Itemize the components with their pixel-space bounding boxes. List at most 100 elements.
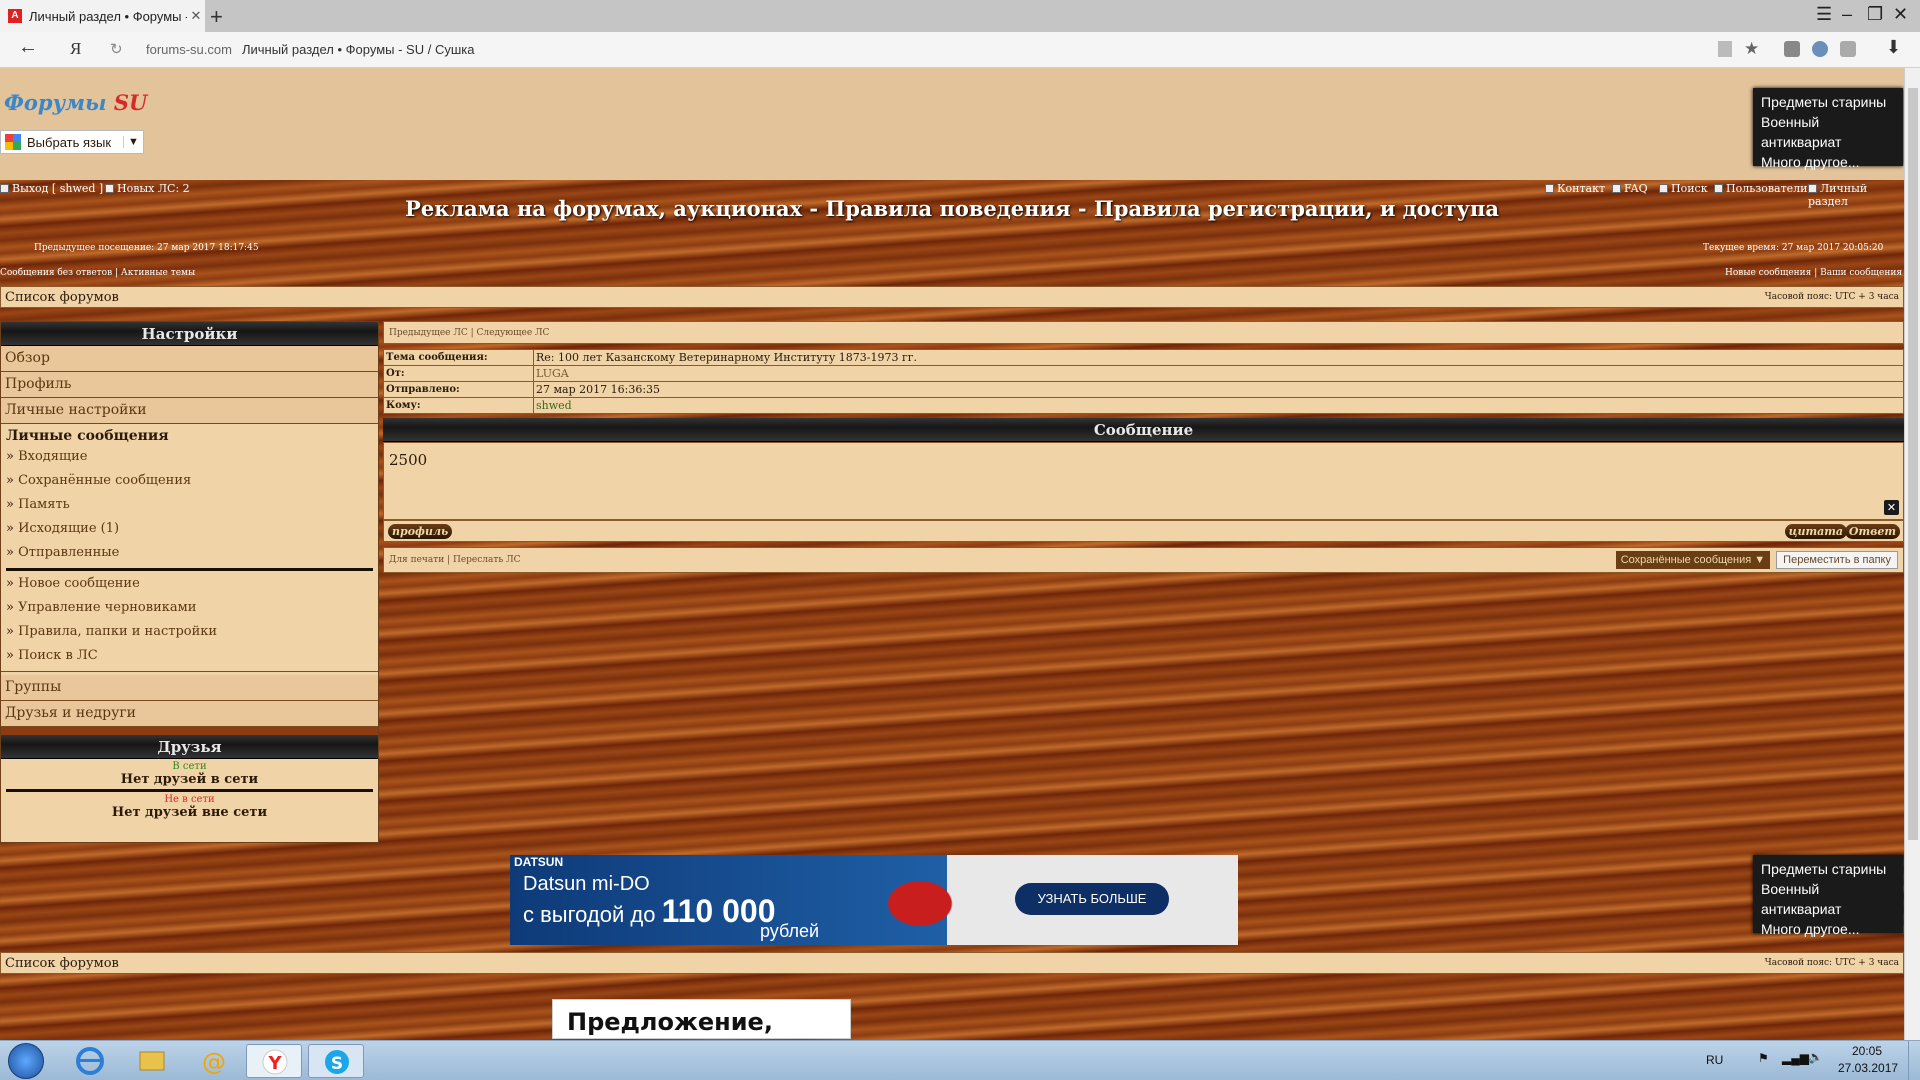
reload-icon[interactable]: ↻ — [110, 40, 123, 58]
browser-tab[interactable]: A Личный раздел • Форумы - SU / Сушка ✕ — [0, 0, 205, 32]
nav-saved[interactable]: » Сохранённые сообщения — [1, 470, 378, 494]
star-icon[interactable]: ★ — [1744, 39, 1759, 59]
faq-link[interactable]: FAQ — [1612, 182, 1648, 195]
logout-label: Выход [ shwed ] — [12, 182, 104, 195]
volume-icon[interactable]: 🔈 — [1808, 1050, 1823, 1064]
extension-icon[interactable] — [1812, 41, 1828, 57]
folder-select[interactable]: Сохранённые сообщения ▼ — [1615, 551, 1771, 569]
friends-heading: Друзья — [1, 735, 378, 759]
nav-inbox[interactable]: » Входящие — [1, 446, 378, 470]
new-posts-link[interactable]: Новые сообщения — [1725, 268, 1811, 278]
friends-list: В сети Нет друзей в сети Не в сети Нет д… — [1, 759, 378, 824]
nav-new-message[interactable]: » Новое сообщение — [1, 573, 378, 597]
nav-friends-foes[interactable]: Друзья и недруги — [1, 701, 378, 727]
contact-link[interactable]: Контакт — [1545, 182, 1605, 195]
side-ad-line: Предметы старины — [1761, 861, 1887, 877]
report-icon[interactable]: ✕ — [1884, 500, 1899, 515]
subject-value: Re: 100 лет Казанскому Ветеринарному Инс… — [533, 349, 1904, 366]
nav-groups[interactable]: Группы — [1, 675, 378, 701]
nav-memory[interactable]: » Память — [1, 494, 378, 518]
extension-icon[interactable] — [1784, 41, 1800, 57]
nav-personal-settings[interactable]: Личные настройки — [1, 398, 378, 424]
banner-cta-button[interactable]: УЗНАТЬ БОЛЬШЕ — [1015, 883, 1169, 915]
page-title[interactable]: Реклама на форумах, аукционах - Правила … — [0, 196, 1904, 221]
side-ad-line: Много другое... — [1761, 921, 1860, 937]
explorer-icon[interactable] — [124, 1044, 180, 1078]
skype-icon[interactable]: S — [308, 1044, 364, 1078]
divider — [6, 789, 373, 792]
tab-bar: A Личный раздел • Форумы - SU / Сушка ✕ … — [0, 0, 1920, 32]
sent-label: Отправлено: — [383, 381, 534, 398]
flag-icon[interactable]: ⚑ — [1758, 1051, 1769, 1065]
your-posts-link[interactable]: Ваши сообщения — [1820, 268, 1902, 278]
banner-currency: рублей — [760, 921, 820, 941]
offline-label: Не в сети — [164, 794, 215, 805]
users-link[interactable]: Пользователи — [1714, 182, 1807, 195]
scrollbar-thumb[interactable] — [1908, 88, 1918, 840]
message-heading: Сообщение — [383, 418, 1904, 442]
search-link[interactable]: Поиск — [1659, 182, 1708, 195]
nav-profile[interactable]: Профиль — [1, 372, 378, 398]
print-link[interactable]: Для печати — [389, 555, 444, 565]
from-value[interactable]: LUGA — [533, 365, 1904, 382]
close-window-icon[interactable]: ✕ — [1893, 4, 1908, 25]
url-domain: forums-su.com — [146, 42, 232, 57]
datsun-banner[interactable]: DATSUN Datsun mi-DO с выгодой до 110 000… — [510, 855, 1238, 945]
new-pm-link[interactable]: Новых ЛС: 2 — [105, 182, 190, 195]
to-value[interactable]: shwed — [533, 397, 1904, 414]
clock-date[interactable]: 27.03.2017 — [1838, 1061, 1898, 1075]
address-bar: ← Я ↻ forums-su.com Личный раздел • Форум… — [0, 32, 1920, 68]
side-ad[interactable]: Предметы старины Военный антиквариат Мно… — [1753, 855, 1903, 937]
bookmark-icon[interactable] — [1718, 41, 1732, 57]
download-icon[interactable]: ⬇ — [1886, 37, 1901, 58]
prev-pm-link[interactable]: Предыдущее ЛС — [389, 328, 468, 338]
forward-link[interactable]: Переслать ЛС — [453, 555, 521, 565]
nav-overview[interactable]: Обзор — [1, 346, 378, 372]
unanswered-link[interactable]: Сообщения без ответов — [0, 268, 112, 278]
nav-rules[interactable]: » Правила, папки и настройки — [1, 621, 378, 645]
move-to-folder-button[interactable]: Переместить в папку — [1776, 551, 1898, 569]
show-desktop-button[interactable] — [1908, 1041, 1920, 1080]
search-label: Поиск — [1671, 182, 1708, 195]
language-indicator[interactable]: RU — [1706, 1053, 1723, 1067]
mail-agent-icon[interactable]: @ — [186, 1044, 242, 1078]
banner-offer-text: с выгодой до — [523, 902, 656, 927]
forum-list-link[interactable]: Список форумов — [5, 290, 119, 305]
bottom-ad[interactable]: Предложение, — [552, 999, 851, 1039]
site-logo[interactable]: Форумы SU — [4, 90, 147, 115]
nav-sent[interactable]: » Отправленные — [1, 542, 378, 566]
network-icon[interactable]: ▂▄▆ — [1782, 1051, 1809, 1065]
nav-outbox[interactable]: » Исходящие (1) — [1, 518, 378, 542]
banner-amount: 110 000 — [661, 893, 776, 929]
shield-icon[interactable] — [1840, 41, 1856, 57]
yandex-browser-icon[interactable]: Y — [246, 1044, 302, 1078]
from-label: От: — [383, 365, 534, 382]
reply-button[interactable]: Ответ — [1844, 524, 1900, 539]
info-row: Отправлено: 27 мар 2017 16:36:35 — [383, 381, 1904, 398]
side-ad[interactable]: Предметы старины Военный антиквариат Мно… — [1753, 88, 1903, 170]
minimize-icon[interactable]: – — [1842, 4, 1852, 25]
page-scrollbar[interactable] — [1904, 68, 1920, 1040]
yandex-logo[interactable]: Я — [70, 39, 81, 59]
logout-link[interactable]: Выход [ shwed ] — [0, 182, 103, 195]
quote-button[interactable]: цитата — [1784, 524, 1847, 539]
top-navigation: Выход [ shwed ] Новых ЛС: 2 Контакт FAQ … — [0, 182, 1904, 208]
close-tab-icon[interactable]: ✕ — [187, 8, 205, 24]
back-arrow-icon[interactable]: ← — [18, 36, 38, 59]
forum-list-link[interactable]: Список форумов — [5, 956, 119, 971]
message-body: 2500 ✕ — [383, 442, 1904, 520]
next-pm-link[interactable]: Следующее ЛС — [477, 328, 550, 338]
language-select[interactable]: Выбрать язык ▼ — [0, 130, 144, 154]
ie-icon[interactable] — [62, 1044, 118, 1078]
menu-icon[interactable]: ☰ — [1816, 4, 1832, 25]
nav-drafts[interactable]: » Управление черновиками — [1, 597, 378, 621]
active-topics-link[interactable]: Активные темы — [121, 268, 195, 278]
new-tab-button[interactable]: + — [210, 4, 223, 30]
profile-button[interactable]: профиль — [388, 524, 453, 539]
clock-time[interactable]: 20:05 — [1852, 1044, 1882, 1058]
start-button[interactable] — [8, 1043, 44, 1079]
url-field[interactable]: forums-su.com Личный раздел • Форумы - SU… — [146, 42, 474, 57]
nav-pm-search[interactable]: » Поиск в ЛС — [1, 645, 378, 669]
contact-label: Контакт — [1557, 182, 1606, 195]
maximize-icon[interactable]: ❐ — [1867, 4, 1883, 25]
